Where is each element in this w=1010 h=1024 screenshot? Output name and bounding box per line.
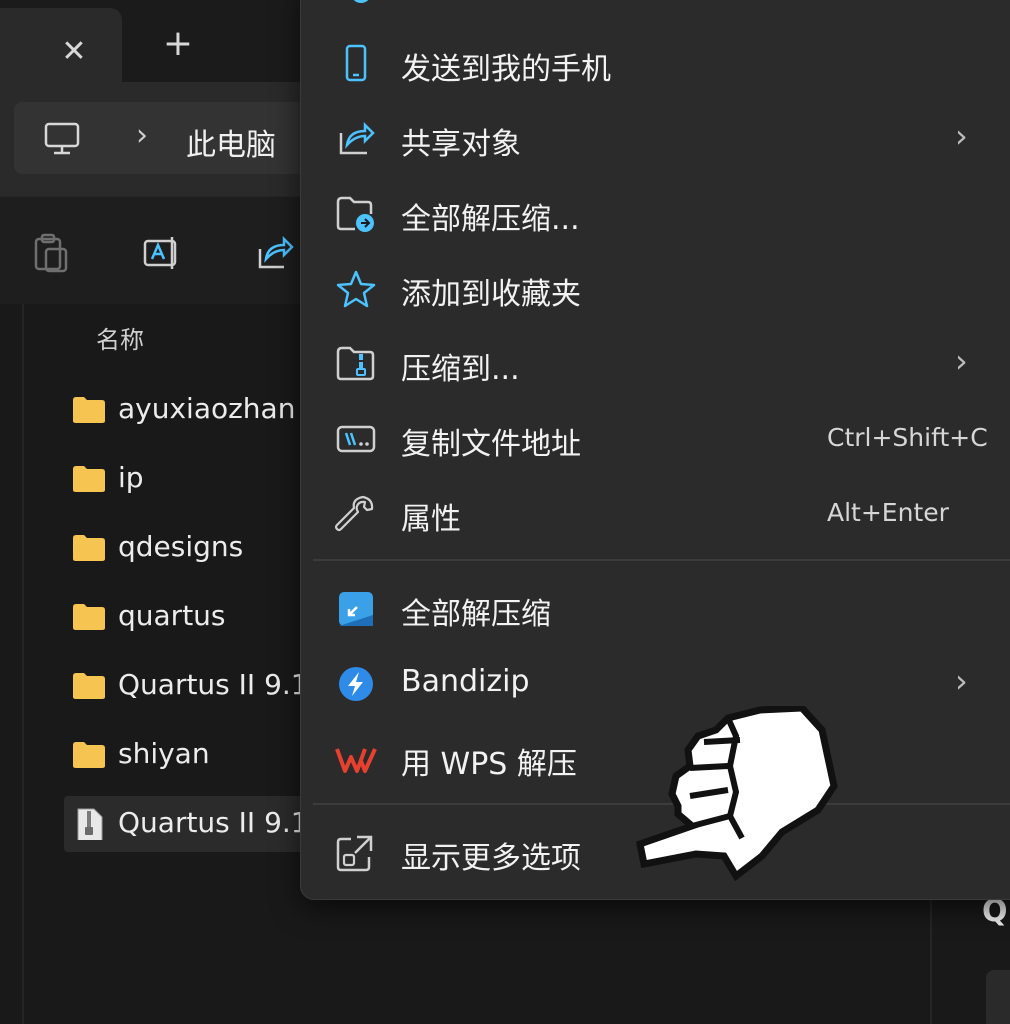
more-options-icon	[336, 835, 373, 872]
computer-icon	[44, 122, 80, 155]
menu-separator	[313, 559, 1010, 561]
submenu-chevron-icon: ›	[955, 342, 968, 380]
zip-folder-icon	[336, 346, 375, 381]
menu-item-label: 添加到收藏夹	[401, 277, 581, 312]
breadcrumb-chevron-icon[interactable]: ›	[136, 118, 148, 153]
menu-item-label: 属性	[401, 502, 461, 537]
copy-path-icon	[336, 425, 376, 453]
menu-item-shortcut: Ctrl+Shift+C	[827, 423, 988, 452]
breadcrumb[interactable]: › 此电脑	[14, 102, 334, 174]
extract-folder-icon	[336, 196, 374, 232]
pane-divider	[22, 304, 24, 1024]
menu-item-label: 共享对象	[401, 127, 521, 162]
wrench-icon	[335, 495, 374, 532]
paste-icon[interactable]	[30, 233, 70, 273]
rename-icon[interactable]	[142, 233, 182, 273]
submenu-chevron-icon: ›	[955, 117, 968, 155]
file-name: qdesigns	[118, 530, 244, 563]
partial-item-icon	[353, 0, 369, 3]
folder-icon	[73, 604, 105, 630]
screen: ✕ + › 此电脑 名称 ayuxiaozhan ip qdesigns qua…	[0, 0, 1010, 1024]
details-pane-divider	[930, 894, 932, 1024]
menu-item-copy-path[interactable]: 复制文件地址 Ctrl+Shift+C	[301, 403, 1010, 475]
menu-item-label: 复制文件地址	[401, 427, 581, 462]
share-toolbar-icon[interactable]	[254, 233, 294, 273]
wps-icon	[335, 748, 377, 773]
menu-item-extract-all[interactable]: 全部解压缩...	[301, 178, 1010, 250]
file-name: ayuxiaozhan	[118, 392, 296, 425]
menu-item-share[interactable]: 共享对象 ›	[301, 103, 1010, 175]
star-icon	[336, 270, 376, 308]
menu-item-label: 发送到我的手机	[401, 52, 611, 87]
menu-item-compress-to[interactable]: 压缩到... ›	[301, 328, 1010, 400]
active-tab[interactable]: ✕	[0, 8, 122, 82]
file-name: ip	[118, 461, 144, 494]
share-icon	[339, 121, 375, 155]
submenu-chevron-icon: ›	[955, 662, 968, 700]
new-tab-icon[interactable]: +	[160, 26, 196, 62]
hand-cursor-icon	[635, 706, 838, 882]
folder-icon	[73, 742, 105, 768]
menu-item-label: Bandizip	[401, 664, 530, 699]
details-pane-preview	[986, 970, 1010, 1024]
folder-icon	[73, 673, 105, 699]
menu-item-label: 全部解压缩	[401, 597, 551, 632]
menu-item-shortcut: Alt+Enter	[827, 498, 949, 527]
folder-icon	[73, 397, 105, 423]
menu-item-add-to-favorites[interactable]: 添加到收藏夹	[301, 253, 1010, 325]
menu-item-properties[interactable]: 属性 Alt+Enter	[301, 478, 1010, 550]
phone-icon	[345, 44, 367, 82]
file-name: shiyan	[118, 737, 210, 770]
close-tab-icon[interactable]: ✕	[56, 34, 92, 70]
menu-item-label: 显示更多选项	[401, 841, 581, 876]
menu-item-label: 全部解压缩...	[401, 202, 580, 237]
column-header-name[interactable]: 名称	[96, 320, 144, 355]
bandizip-extract-icon	[339, 592, 373, 626]
bandizip-icon	[339, 667, 373, 701]
folder-icon	[73, 466, 105, 492]
file-name: quartus	[118, 599, 226, 632]
menu-item-label: 压缩到...	[401, 352, 520, 387]
file-name: Quartus II 9.1	[118, 668, 309, 701]
folder-icon	[73, 535, 105, 561]
breadcrumb-this-pc[interactable]: 此电脑	[186, 120, 276, 164]
menu-item-send-to-phone[interactable]: 发送到我的手机	[301, 28, 1010, 100]
menu-item-label: 用 WPS 解压	[401, 747, 577, 782]
menu-item-bandizip-extract-all[interactable]: 全部解压缩	[301, 573, 1010, 645]
zip-file-icon	[77, 808, 103, 840]
